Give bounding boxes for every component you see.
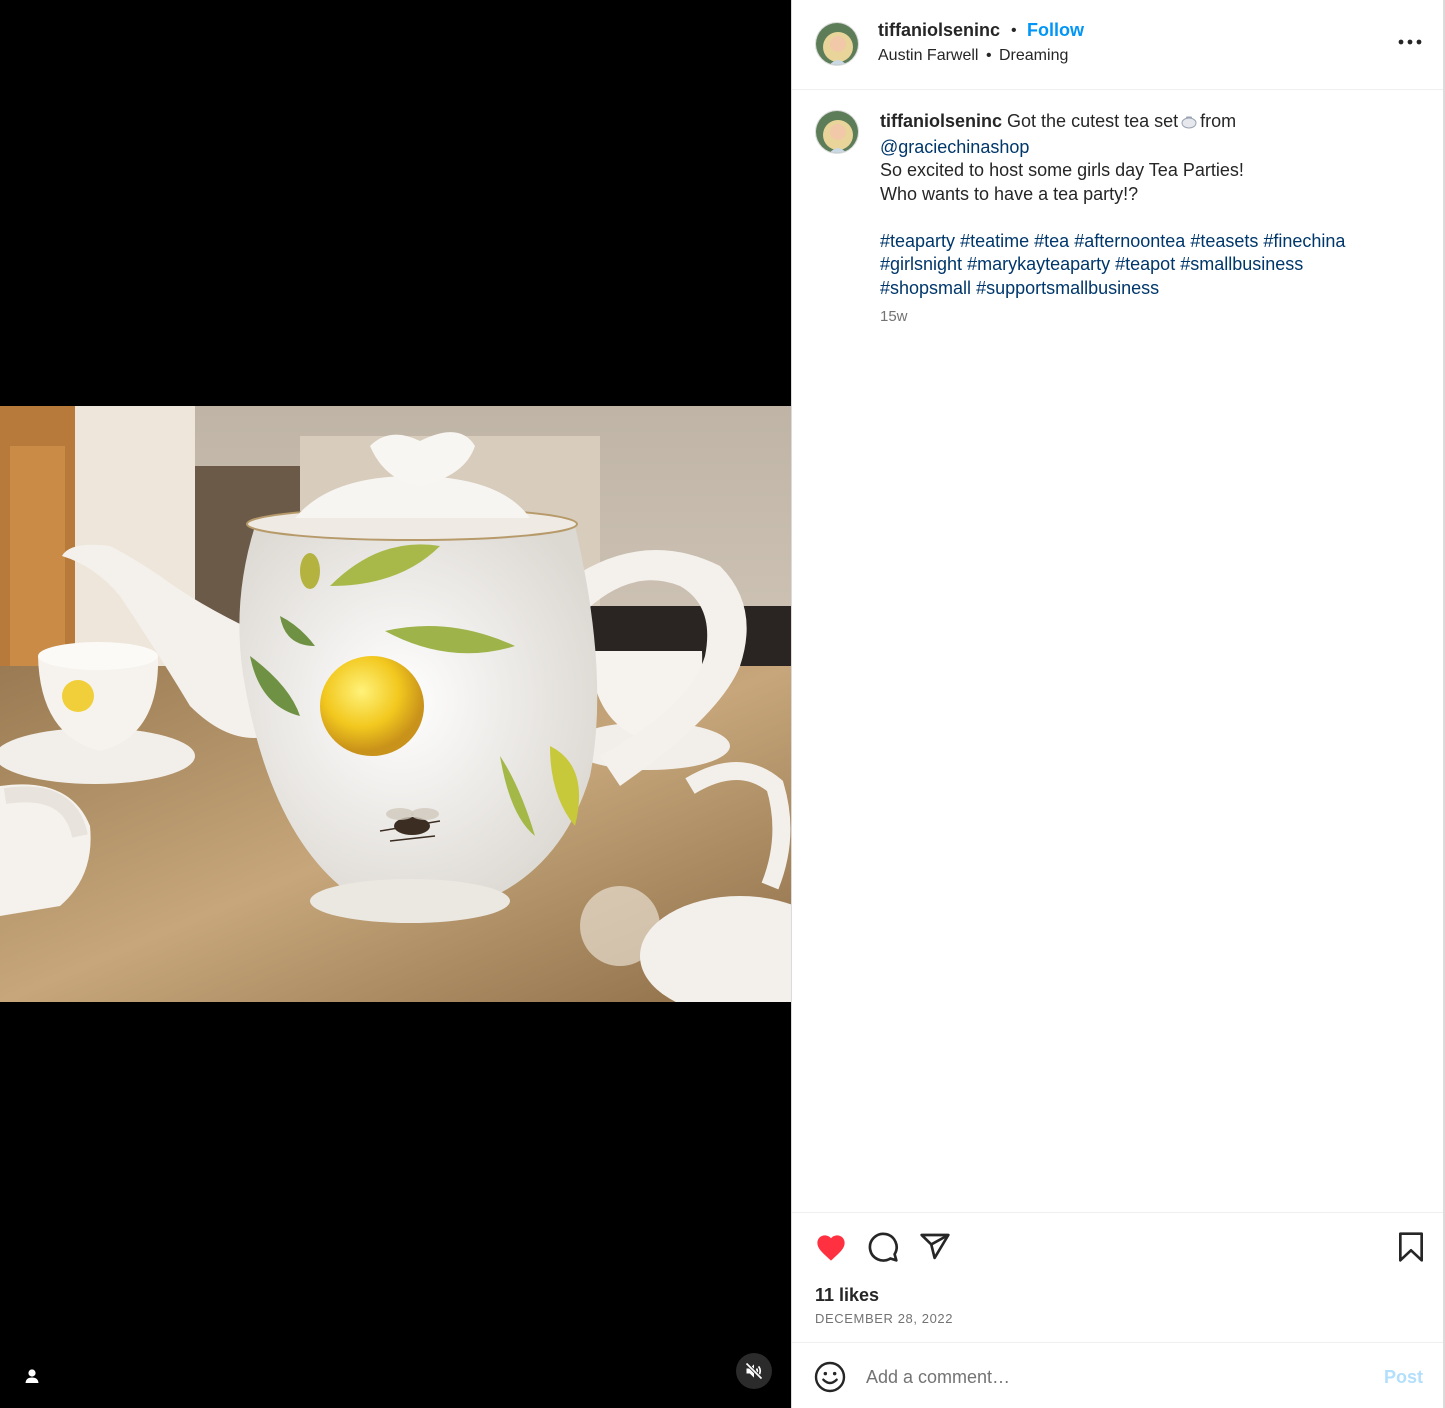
- like-button[interactable]: [813, 1229, 849, 1265]
- hashtag-link[interactable]: #girlsnight: [880, 254, 962, 274]
- caption-username[interactable]: tiffaniolseninc: [880, 111, 1002, 131]
- audio-title-link[interactable]: Dreaming: [999, 47, 1068, 64]
- save-button[interactable]: [1393, 1229, 1429, 1265]
- post-sidebar: tiffaniolseninc • Follow Austin Farwell …: [791, 0, 1445, 1408]
- avatar-image: [816, 23, 858, 65]
- audio-toggle-button[interactable]: [736, 1353, 772, 1389]
- caption-line-2: So excited to host some girls day Tea Pa…: [880, 160, 1244, 180]
- post-date: DECEMBER 28, 2022: [815, 1311, 954, 1326]
- follow-button[interactable]: Follow: [1027, 20, 1084, 41]
- audio-separator: •: [985, 47, 992, 64]
- caption-text-from: from: [1200, 111, 1237, 131]
- post-media[interactable]: [0, 0, 791, 1408]
- comment-button[interactable]: [865, 1229, 901, 1265]
- like-count[interactable]: 11 likes: [815, 1285, 879, 1306]
- emoji-smiley-icon: [814, 1361, 846, 1393]
- caption-timestamp[interactable]: 15w: [880, 308, 908, 325]
- more-options-button[interactable]: [1396, 30, 1424, 54]
- muted-speaker-icon: [745, 1362, 763, 1380]
- hashtag-link[interactable]: #teapot: [1115, 254, 1175, 274]
- hashtag-link[interactable]: #teatime: [960, 231, 1029, 251]
- author-username[interactable]: tiffaniolseninc: [878, 20, 1000, 41]
- comment-input[interactable]: [866, 1363, 1346, 1391]
- post-header: tiffaniolseninc • Follow Austin Farwell …: [792, 0, 1445, 90]
- author-avatar[interactable]: [815, 22, 859, 66]
- avatar-image: [816, 111, 858, 153]
- hashtags-line-3: #shopsmall #supportsmallbusiness: [880, 277, 1400, 301]
- tagged-users-button[interactable]: [16, 1360, 48, 1392]
- separator-dot: •: [1011, 22, 1017, 39]
- hashtag-link[interactable]: #supportsmallbusiness: [976, 278, 1159, 298]
- post-caption: tiffaniolseninc Got the cutest tea set fr…: [880, 110, 1400, 300]
- hashtag-link[interactable]: #shopsmall: [880, 278, 971, 298]
- hashtags-line-2: #girlsnight #marykayteaparty #teapot #sm…: [880, 253, 1400, 277]
- teapot-video-still: [0, 406, 791, 1002]
- audio-attribution: Austin Farwell • Dreaming: [878, 47, 1068, 65]
- comment-bar: Post: [792, 1342, 1445, 1408]
- caption-line-3: Who wants to have a tea party!?: [880, 183, 1139, 204]
- teapot-emoji-icon: [1180, 112, 1198, 136]
- caption-line-1: tiffaniolseninc Got the cutest tea set fr…: [880, 110, 1400, 136]
- emoji-picker-button[interactable]: [814, 1361, 846, 1393]
- share-button[interactable]: [917, 1229, 953, 1265]
- bookmark-icon: [1399, 1232, 1423, 1262]
- hashtag-link[interactable]: #teasets: [1190, 231, 1258, 251]
- hashtag-link[interactable]: #marykayteaparty: [967, 254, 1110, 274]
- caption-text: Got the cutest tea set: [1007, 111, 1179, 131]
- heart-filled-icon: [817, 1235, 845, 1261]
- mention-link[interactable]: @graciechinashop: [880, 137, 1029, 157]
- hashtag-link[interactable]: #afternoontea: [1074, 231, 1185, 251]
- action-bar: 11 likes DECEMBER 28, 2022: [792, 1212, 1445, 1342]
- more-options-icon: [1398, 39, 1422, 45]
- video-frame[interactable]: [0, 406, 791, 1002]
- hashtags-line-1: #teaparty #teatime #tea #afternoontea #t…: [880, 230, 1400, 254]
- post-comment-button[interactable]: Post: [1384, 1367, 1423, 1388]
- share-icon: [920, 1233, 950, 1260]
- hashtag-link[interactable]: #smallbusiness: [1180, 254, 1303, 274]
- user-tag-icon: [25, 1369, 39, 1383]
- comment-icon: [868, 1232, 898, 1262]
- audio-artist-link[interactable]: Austin Farwell: [878, 47, 978, 64]
- hashtag-link[interactable]: #tea: [1034, 231, 1069, 251]
- hashtag-link[interactable]: #finechina: [1263, 231, 1345, 251]
- hashtag-link[interactable]: #teaparty: [880, 231, 955, 251]
- caption-author-avatar[interactable]: [815, 110, 859, 154]
